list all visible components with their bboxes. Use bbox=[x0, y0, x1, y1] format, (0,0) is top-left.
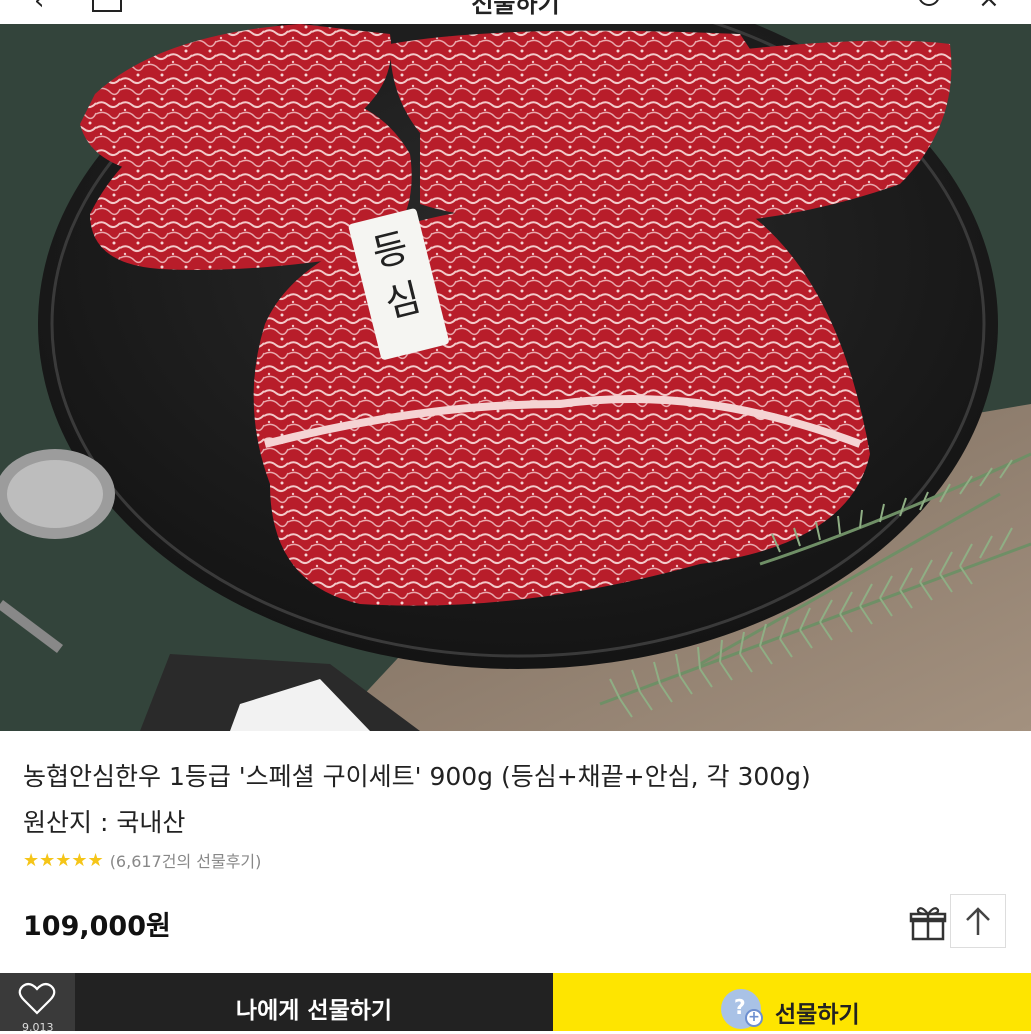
product-origin: 원산지 : 국내산 bbox=[23, 808, 186, 837]
heart-icon bbox=[18, 982, 56, 1015]
rating-row[interactable]: ★★★★★ (6,617건의 선물후기) bbox=[23, 848, 262, 872]
wish-count: 9,013 bbox=[22, 1021, 54, 1034]
page-title: 선물하기 bbox=[471, 0, 560, 18]
close-icon[interactable]: × bbox=[978, 0, 1000, 14]
gift-to-myself-button[interactable]: 나에게 선물하기 bbox=[75, 973, 553, 1031]
star-rating-icon: ★★★★★ bbox=[23, 849, 104, 871]
review-count[interactable]: (6,617건의 선물후기) bbox=[110, 848, 262, 872]
product-name: 농협안심한우 1등급 '스페셜 구이세트' 900g (등심+채끝+안심, 각 … bbox=[23, 762, 811, 791]
wish-button[interactable]: 9,013 bbox=[0, 973, 75, 1034]
plus-icon: + bbox=[745, 1009, 763, 1027]
arrow-up-icon bbox=[966, 907, 990, 935]
top-header: ‹ 선물하기 × bbox=[0, 0, 1031, 24]
product-image[interactable]: 등 심 bbox=[0, 24, 1031, 731]
scroll-top-button[interactable] bbox=[950, 894, 1006, 948]
bottom-action-bar: 9,013 나에게 선물하기 ? + 선물하기 bbox=[0, 973, 1031, 1034]
gift-box-icon[interactable] bbox=[909, 905, 947, 943]
product-price: 109,000원 bbox=[23, 911, 171, 942]
send-gift-label: 선물하기 bbox=[775, 1002, 860, 1028]
beef-photo-illustration: 등 심 bbox=[0, 24, 1031, 731]
send-gift-button[interactable]: ? + 선물하기 bbox=[553, 973, 1031, 1031]
